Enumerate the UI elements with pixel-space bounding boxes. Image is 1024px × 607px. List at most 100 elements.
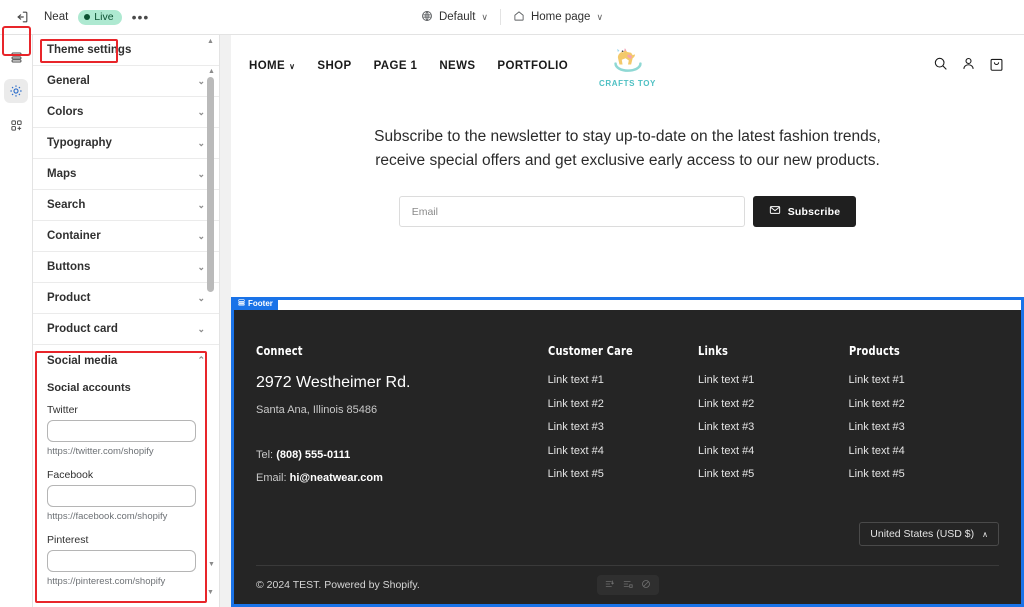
footer-section-tag: Footer xyxy=(234,297,278,310)
scroll-up-arrow-icon[interactable]: ▲ xyxy=(208,68,215,75)
sidebar-item-label: Product card xyxy=(47,323,118,335)
section-block-icon xyxy=(238,299,245,308)
sidebar-header: Theme settings xyxy=(33,35,219,66)
sidebar-item-container[interactable]: Container ⌄ xyxy=(33,221,219,252)
footer-heading: Links xyxy=(698,343,729,358)
newsletter-section: Subscribe to the newsletter to stay up-t… xyxy=(231,97,1024,262)
footer-column-links: Links Link text #1 Link text #2 Link tex… xyxy=(698,343,848,492)
sidebar-item-label: Search xyxy=(47,199,86,211)
footer-link[interactable]: Link text #3 xyxy=(849,421,999,433)
home-icon xyxy=(513,10,525,25)
footer-link[interactable]: Link text #2 xyxy=(849,398,999,410)
subscribe-label: Subscribe xyxy=(787,205,841,218)
chevron-down-icon: ∨ xyxy=(481,11,488,22)
footer-link[interactable]: Link text #5 xyxy=(698,468,848,480)
footer-link[interactable]: Link text #2 xyxy=(548,398,698,410)
sidebar-item-search[interactable]: Search ⌄ xyxy=(33,190,219,221)
social-media-title: Social media xyxy=(47,354,118,367)
sidebar-item-typography[interactable]: Typography ⌄ xyxy=(33,128,219,159)
social-media-panel: Social media ⌃ Social accounts Twitter h… xyxy=(33,345,219,607)
sidebar-item-product[interactable]: Product ⌄ xyxy=(33,283,219,314)
panel-scroll-up-arrow-icon[interactable]: ▲ xyxy=(207,38,214,45)
account-icon[interactable] xyxy=(961,56,976,76)
footer-email-row: Email: hi@neatwear.com xyxy=(256,467,548,490)
theme-selector[interactable]: Default ∨ xyxy=(413,6,496,29)
pinterest-label: Pinterest xyxy=(47,534,89,546)
chevron-down-icon: ⌄ xyxy=(197,75,205,86)
footer-link[interactable]: Link text #5 xyxy=(548,468,698,480)
logo-text: CRAFTS TOY xyxy=(599,78,656,88)
email-field[interactable]: Email xyxy=(398,196,745,228)
panel-scroll-down-arrow-icon[interactable]: ▼ xyxy=(207,589,214,596)
store-footer: Connect 2972 Westheimer Rd. Santa Ana, I… xyxy=(234,310,1021,604)
store-header: HOME ∨ SHOP PAGE 1 NEWS PORTFOLIO CRAFTS… xyxy=(231,35,1024,97)
facebook-help-text: https://facebook.com/shopify xyxy=(47,511,168,522)
sidebar-item-general[interactable]: General ⌄ xyxy=(33,66,219,97)
sidebar-scrollbar-thumb[interactable] xyxy=(207,77,214,292)
footer-contact: Tel: (808) 555-0111 Email: hi@neatwear.c… xyxy=(256,444,548,490)
sidebar-item-label: Product xyxy=(47,292,91,304)
sidebar-item-label: Maps xyxy=(47,168,77,180)
footer-link[interactable]: Link text #5 xyxy=(849,468,999,480)
facebook-input[interactable] xyxy=(47,485,196,507)
envelope-icon xyxy=(769,204,781,219)
footer-link[interactable]: Link text #3 xyxy=(548,421,698,433)
email-placeholder: Email xyxy=(411,205,438,218)
pinterest-input[interactable] xyxy=(47,550,196,572)
country-selector[interactable]: United States (USD $) ∧ xyxy=(859,522,999,546)
subscribe-button[interactable]: Subscribe xyxy=(752,196,857,228)
chevron-down-icon: ⌄ xyxy=(197,323,205,334)
search-icon[interactable] xyxy=(933,56,948,76)
footer-column-products: Products Link text #1 Link text #2 Link … xyxy=(849,343,999,492)
payment-icon-2 xyxy=(623,576,633,594)
theme-settings-sidebar: Theme settings General ⌄ Colors ⌄ Typogr… xyxy=(33,35,220,607)
footer-column-customer-care: Customer Care Link text #1 Link text #2 … xyxy=(548,343,698,492)
pinterest-field-group: Pinterest https://pinterest.com/shopify xyxy=(47,534,205,587)
top-bar: Neat Live ••• Default ∨ Home page ∨ xyxy=(0,0,1024,35)
sidebar-item-product-card[interactable]: Product card ⌄ xyxy=(33,314,219,345)
footer-email-label: Email: xyxy=(256,472,287,485)
footer-link[interactable]: Link text #1 xyxy=(849,374,999,386)
theme-selector-label: Default xyxy=(438,11,476,23)
footer-tag-label: Footer xyxy=(248,299,273,308)
sidebar-item-colors[interactable]: Colors ⌄ xyxy=(33,97,219,128)
payment-icon-1 xyxy=(605,576,615,594)
left-icon-rail xyxy=(0,35,33,607)
footer-city: Santa Ana, Illinois 85486 xyxy=(256,404,378,416)
chevron-down-icon: ⌄ xyxy=(197,230,205,241)
sidebar-item-buttons[interactable]: Buttons ⌄ xyxy=(33,252,219,283)
footer-address: 2972 Westheimer Rd. xyxy=(256,374,411,391)
footer-link[interactable]: Link text #4 xyxy=(849,445,999,457)
footer-link[interactable]: Link text #1 xyxy=(698,374,848,386)
sections-icon[interactable] xyxy=(4,45,28,69)
sidebar-item-maps[interactable]: Maps ⌄ xyxy=(33,159,219,190)
facebook-label: Facebook xyxy=(47,469,94,481)
social-media-header[interactable]: Social media ⌃ xyxy=(33,345,219,376)
scroll-down-arrow-icon[interactable]: ▼ xyxy=(208,561,215,568)
footer-tel-value[interactable]: (808) 555-0111 xyxy=(276,449,350,461)
footer-link[interactable]: Link text #4 xyxy=(548,445,698,457)
page-selector[interactable]: Home page ∨ xyxy=(505,6,611,29)
footer-link[interactable]: Link text #3 xyxy=(698,421,848,433)
gear-icon[interactable] xyxy=(4,79,28,103)
apps-icon[interactable] xyxy=(4,113,28,137)
rocking-horse-icon xyxy=(609,45,647,78)
footer-link[interactable]: Link text #2 xyxy=(698,398,848,410)
twitter-field-group: Twitter https://twitter.com/shopify xyxy=(47,404,205,457)
cart-icon[interactable] xyxy=(989,56,1004,77)
social-accounts-subtitle: Social accounts xyxy=(47,382,131,394)
footer-heading: Connect xyxy=(256,343,303,358)
sidebar-item-label: Buttons xyxy=(47,261,91,273)
settings-list[interactable]: General ⌄ Colors ⌄ Typography ⌄ Maps ⌄ S… xyxy=(33,66,219,607)
twitter-input[interactable] xyxy=(47,420,196,442)
country-selector-label: United States (USD $) xyxy=(870,528,975,540)
sidebar-item-label: Typography xyxy=(47,137,112,149)
header-actions xyxy=(933,35,1004,97)
footer-link[interactable]: Link text #1 xyxy=(548,374,698,386)
page-selector-label: Home page xyxy=(530,11,591,23)
payment-icons-wrapper xyxy=(234,575,1021,595)
store-logo[interactable]: CRAFTS TOY xyxy=(231,35,1024,97)
footer-link[interactable]: Link text #4 xyxy=(698,445,848,457)
footer-email-value[interactable]: hi@neatwear.com xyxy=(290,472,383,484)
newsletter-form: Email Subscribe xyxy=(291,196,964,228)
